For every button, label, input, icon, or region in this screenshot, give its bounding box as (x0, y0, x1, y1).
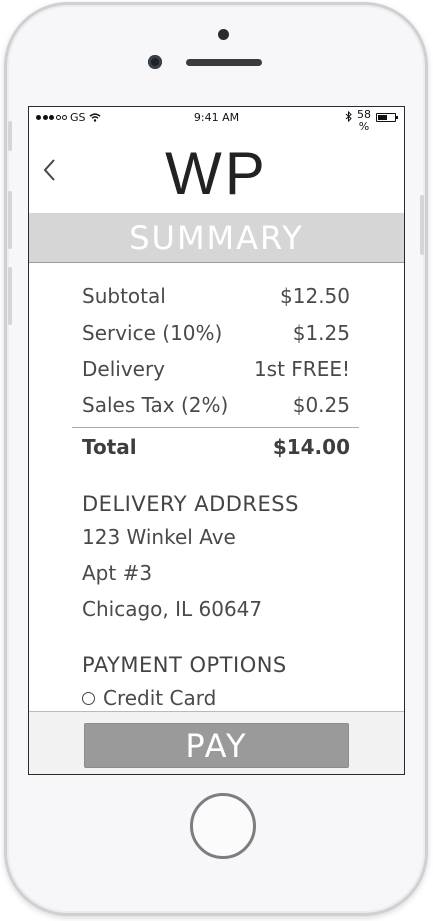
total-value: $14.00 (272, 435, 350, 459)
volume-up-button (8, 191, 12, 249)
battery-fill (378, 115, 387, 120)
line-value: $1.25 (292, 321, 350, 345)
line-label: Sales Tax (2%) (82, 393, 229, 417)
pay-button[interactable]: PAY (84, 723, 349, 768)
volume-down-button (8, 267, 12, 325)
front-camera (148, 55, 162, 69)
line-value: 1st FREE! (253, 357, 350, 381)
address-line-2: Apt #3 (82, 561, 153, 585)
line-label: Service (10%) (82, 321, 223, 345)
proximity-sensor (218, 29, 229, 40)
line-value: $0.25 (292, 393, 350, 417)
status-right: 58 % (345, 108, 398, 133)
payment-option-label: Credit Card (103, 686, 217, 710)
power-button (420, 195, 424, 255)
home-button[interactable] (190, 793, 256, 859)
radio-button[interactable] (82, 691, 95, 705)
summary-line-service: Service (10%) $1.25 (82, 321, 350, 345)
app-header: WP (29, 131, 404, 214)
line-label: Delivery (82, 357, 166, 381)
summary-heading: SUMMARY (29, 213, 404, 263)
line-value: $12.50 (280, 284, 350, 308)
payment-options-title: PAYMENT OPTIONS (82, 653, 287, 677)
earpiece-speaker (186, 59, 262, 66)
address-line-3: Chicago, IL 60647 (82, 597, 263, 621)
summary-line-delivery: Delivery 1st FREE! (82, 357, 350, 381)
battery-percent: 58 % (357, 108, 371, 133)
summary-line-subtotal: Subtotal $12.50 (82, 284, 350, 308)
total-label: Total (82, 435, 137, 459)
status-bar: GS 9:41 AM 58 % (29, 107, 404, 133)
delivery-address-title: DELIVERY ADDRESS (82, 492, 299, 516)
mute-switch (8, 121, 12, 151)
app-screen: GS 9:41 AM 58 % WP SUMMARY Subtotal $12.… (28, 106, 405, 775)
summary-total: Total $14.00 (82, 435, 350, 459)
pay-footer: PAY (29, 711, 404, 774)
bluetooth-icon (345, 111, 352, 122)
line-label: Subtotal (82, 284, 166, 308)
summary-line-sales-tax: Sales Tax (2%) $0.25 (82, 393, 350, 417)
total-divider (72, 427, 359, 428)
payment-option-credit-card[interactable]: Credit Card (82, 686, 216, 710)
summary-content: Subtotal $12.50 Service (10%) $1.25 Deli… (29, 263, 404, 711)
address-line-1: 123 Winkel Ave (82, 525, 236, 549)
battery-icon (376, 113, 398, 122)
app-logo: WP (165, 140, 268, 207)
